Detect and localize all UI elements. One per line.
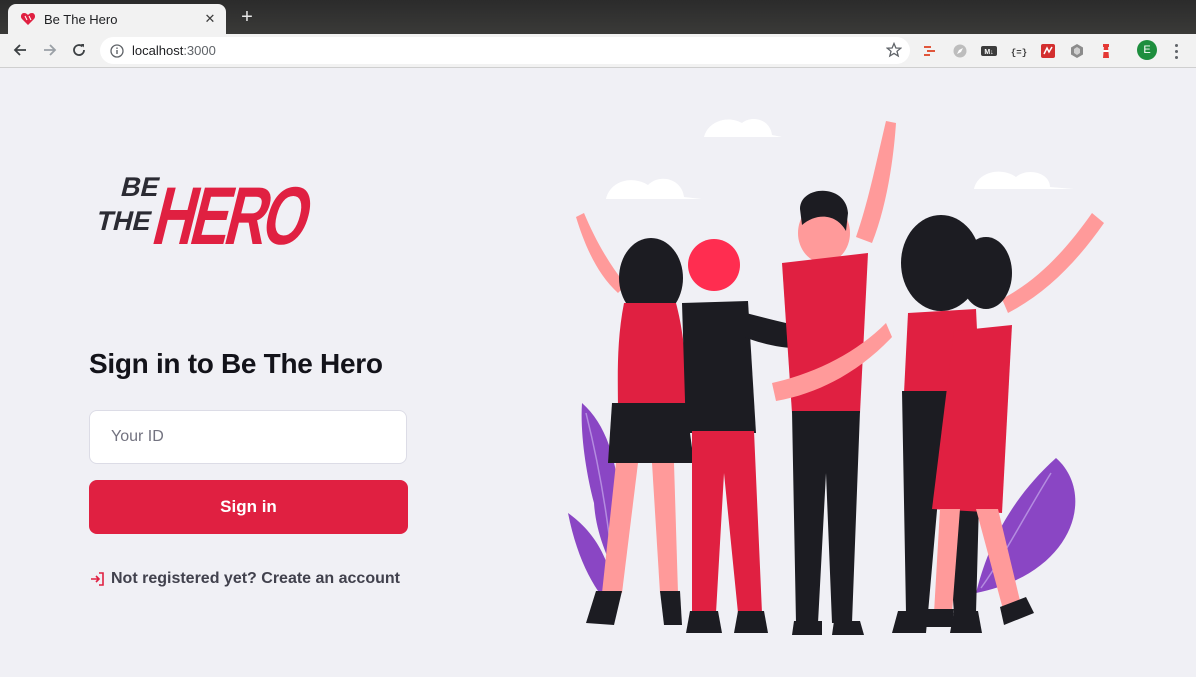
compass-ext-icon[interactable] [951, 42, 969, 60]
markdown-ext-icon[interactable]: M↓ [980, 42, 998, 60]
sign-in-button[interactable]: Sign in [89, 480, 408, 534]
svg-text:{=}: {=} [1011, 48, 1027, 58]
profile-avatar[interactable]: E [1137, 40, 1157, 60]
browser-tab-bar: Be The Hero ✕ + [0, 0, 1196, 34]
browser-menu-icon[interactable] [1170, 42, 1182, 60]
arrow-right-icon [44, 44, 57, 56]
svg-text:THE: THE [94, 205, 156, 236]
heroes-illustration [568, 119, 1104, 635]
reload-icon [73, 44, 85, 56]
page-title: Sign in to Be The Hero [89, 348, 383, 379]
cube-ext-icon[interactable] [1068, 42, 1086, 60]
svg-text:HERO: HERO [145, 170, 320, 256]
browser-tab[interactable]: Be The Hero ✕ [8, 4, 226, 34]
red-ext-icon[interactable] [1039, 42, 1057, 60]
bookmark-star-icon[interactable] [886, 42, 902, 58]
login-page: BE THE HERO Sign in to Be The Hero Sign … [0, 68, 1196, 677]
tab-title: Be The Hero [44, 11, 118, 27]
forward-button[interactable] [38, 38, 62, 62]
log-in-icon [91, 572, 104, 586]
address-bar[interactable]: localhost:3000 [100, 37, 910, 64]
info-icon[interactable] [110, 43, 124, 58]
json-ext-icon[interactable] [921, 42, 939, 60]
be-the-hero-logo: BE THE HERO [94, 170, 320, 256]
back-button[interactable] [8, 38, 32, 62]
svg-text:M↓: M↓ [984, 49, 993, 56]
register-link[interactable]: Not registered yet? Create an account [89, 570, 400, 588]
user-id-input[interactable] [89, 410, 407, 464]
heart-favicon-icon [20, 13, 36, 25]
reload-button[interactable] [67, 38, 91, 62]
close-tab-icon[interactable]: ✕ [202, 11, 218, 27]
register-link-label: Not registered yet? Create an account [111, 570, 400, 587]
url-text: localhost:3000 [132, 43, 216, 58]
arrow-left-icon [13, 44, 26, 56]
new-tab-button[interactable]: + [236, 6, 258, 28]
lighthouse-ext-icon[interactable] [1097, 42, 1115, 60]
svg-text:BE: BE [118, 171, 163, 202]
braces-ext-icon[interactable]: {=} [1010, 42, 1028, 60]
browser-toolbar: localhost:3000 M↓ {=} E [0, 34, 1196, 68]
